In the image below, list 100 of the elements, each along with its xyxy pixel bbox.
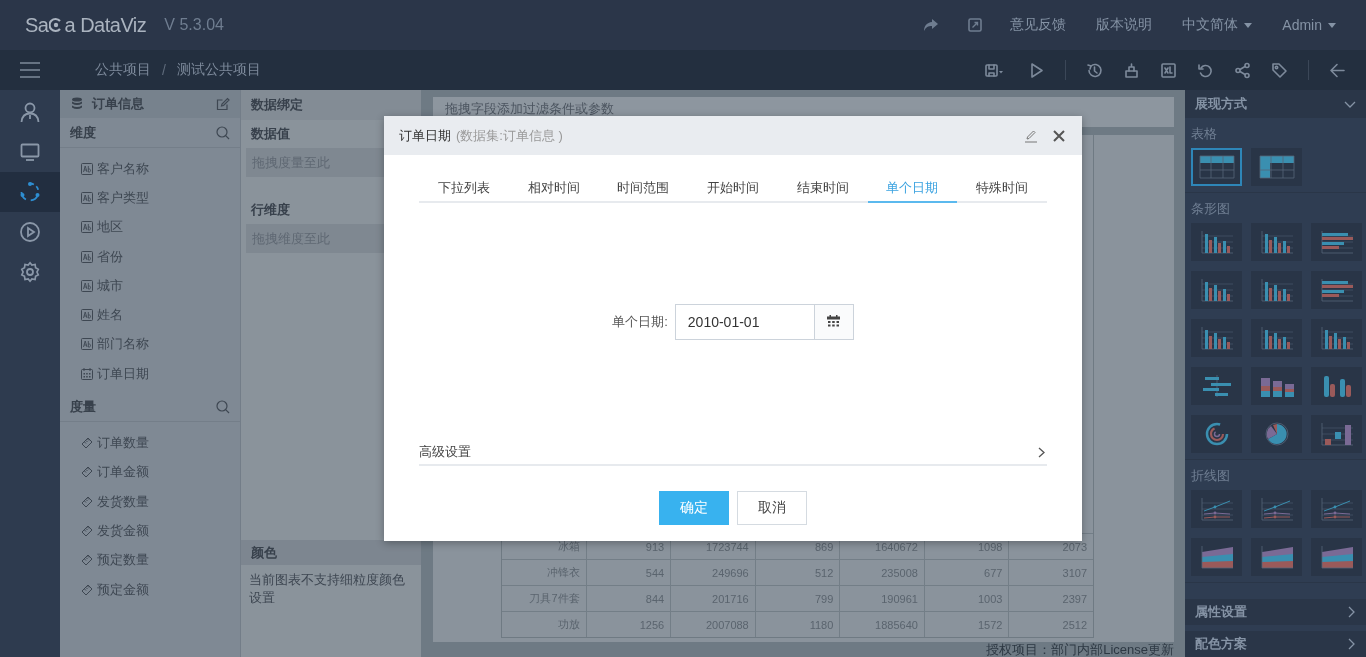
chart-type-option[interactable] [1191, 490, 1242, 528]
chart-type-option[interactable] [1191, 223, 1242, 261]
history-icon[interactable] [1086, 61, 1103, 79]
chart-type-option[interactable] [1311, 538, 1362, 576]
chevron-right-icon[interactable] [1348, 606, 1356, 618]
info-text: 当前图表不支持细粒度颜色设置 [248, 571, 406, 607]
logo-text: a DataViz [64, 13, 147, 37]
chart-type-option[interactable] [1311, 271, 1362, 309]
field-item[interactable]: 客户类型 [97, 188, 149, 207]
chart-type-option[interactable] [1251, 538, 1302, 576]
chart-type-option[interactable] [1251, 415, 1302, 453]
text-field-icon [81, 221, 93, 234]
group-title: 条形图 [1191, 200, 1231, 216]
undo-icon[interactable] [1197, 61, 1214, 79]
settings-icon [19, 261, 41, 283]
breadcrumb-link[interactable]: 测试公共项目 [176, 61, 261, 79]
breadcrumb-link[interactable]: 公共项目 [95, 61, 151, 79]
text-field-icon [81, 250, 93, 263]
text-field-icon [81, 191, 93, 204]
chart-type-option[interactable] [1311, 415, 1362, 453]
breadcrumb-separator: / [162, 62, 166, 78]
play-icon [19, 221, 41, 243]
edit-icon[interactable] [216, 97, 230, 111]
group-title: 表格 [1191, 125, 1218, 141]
tag-icon[interactable] [1271, 61, 1288, 79]
calendar-button[interactable] [814, 303, 854, 340]
chart-type-option[interactable] [1251, 319, 1302, 357]
tab[interactable]: 结束时间 [777, 175, 868, 203]
chart-type-option[interactable] [1251, 490, 1302, 528]
chart-type-option[interactable] [1311, 319, 1362, 357]
chart-type-option[interactable] [1311, 223, 1362, 261]
monitor-icon [19, 141, 41, 163]
field-item[interactable]: 预定数量 [97, 551, 149, 570]
menu-link[interactable]: Admin [1282, 17, 1336, 33]
ruler-icon [81, 524, 93, 537]
field-item[interactable]: 姓名 [97, 306, 123, 325]
advanced-settings-toggle[interactable]: 高级设置 [419, 440, 1047, 466]
field-item[interactable]: 预定金额 [97, 580, 149, 599]
chart-type-option[interactable] [1311, 490, 1362, 528]
chart-type-option[interactable] [1311, 367, 1362, 405]
tab[interactable]: 下拉列表 [419, 175, 509, 203]
ruler-icon [81, 437, 93, 449]
field-item[interactable]: 订单金额 [97, 463, 149, 482]
chart-type-option[interactable] [1251, 271, 1302, 309]
text-field-icon [81, 338, 93, 351]
tab[interactable]: 单个日期 [867, 175, 958, 203]
chart-type-option[interactable] [1191, 319, 1242, 357]
menu-icon[interactable] [20, 62, 40, 78]
menu-link[interactable]: 版本说明 [1096, 16, 1153, 34]
field-item[interactable]: 发货数量 [97, 492, 149, 511]
calendar-icon [81, 367, 93, 380]
cancel-button[interactable]: 取消 [737, 491, 807, 525]
field-label: 单个日期: [612, 312, 668, 331]
play-icon[interactable] [1028, 61, 1045, 79]
chart-type-option[interactable] [1191, 538, 1242, 576]
excel-icon[interactable] [1160, 61, 1177, 79]
dialog-subtitle: (数据集:订单信息 ) [456, 126, 564, 145]
close-icon[interactable] [1052, 128, 1066, 143]
menu-link[interactable]: 中文简体 [1182, 16, 1253, 34]
tab[interactable]: 时间范围 [598, 175, 689, 203]
field-item[interactable]: 客户名称 [97, 159, 149, 178]
rail-item[interactable] [0, 172, 60, 212]
expand-icon[interactable] [966, 16, 985, 34]
ruler-icon [81, 466, 93, 479]
section-title: 维度 [70, 123, 97, 142]
chevron-right-icon[interactable] [1348, 638, 1356, 650]
chart-type-option[interactable] [1191, 367, 1242, 405]
field-item[interactable]: 城市 [97, 276, 123, 295]
chart-type-option[interactable] [1251, 367, 1302, 405]
field-item[interactable]: 订单数量 [97, 434, 149, 452]
tab[interactable]: 相对时间 [508, 175, 599, 203]
field-item[interactable]: 地区 [97, 218, 123, 237]
back-icon[interactable] [1329, 61, 1346, 79]
date-field[interactable]: 2010-01-01 [674, 303, 815, 340]
chart-type-option[interactable] [1251, 148, 1302, 186]
field-item[interactable]: 订单日期 [97, 364, 149, 383]
panel-title: 数据绑定 [241, 90, 421, 120]
chart-type-option[interactable] [1251, 223, 1302, 261]
database-icon [70, 97, 84, 111]
field-item[interactable]: 省份 [97, 247, 123, 266]
chart-type-option[interactable] [1191, 148, 1242, 186]
chart-type-option[interactable] [1191, 415, 1242, 453]
dataset-title: 订单信息 [92, 95, 145, 113]
section-title: 行维度 [251, 201, 290, 219]
search-icon[interactable] [216, 125, 230, 140]
text-field-icon [81, 162, 93, 175]
tab[interactable]: 特殊时间 [957, 175, 1048, 203]
search-icon[interactable] [216, 399, 230, 414]
calendar-icon [827, 315, 841, 328]
menu-link[interactable]: 意见反馈 [1010, 16, 1067, 34]
confirm-button[interactable]: 确定 [659, 491, 729, 525]
text-field-icon [81, 309, 93, 322]
share-icon[interactable] [1234, 61, 1251, 79]
section-title: 数据值 [251, 125, 290, 143]
chart-type-option[interactable] [1191, 271, 1242, 309]
ruler-icon [81, 554, 93, 567]
tab[interactable]: 开始时间 [688, 175, 778, 203]
table-chart-icon [1256, 153, 1297, 181]
ruler-icon [81, 495, 93, 508]
field-item[interactable]: 发货金额 [97, 521, 149, 540]
